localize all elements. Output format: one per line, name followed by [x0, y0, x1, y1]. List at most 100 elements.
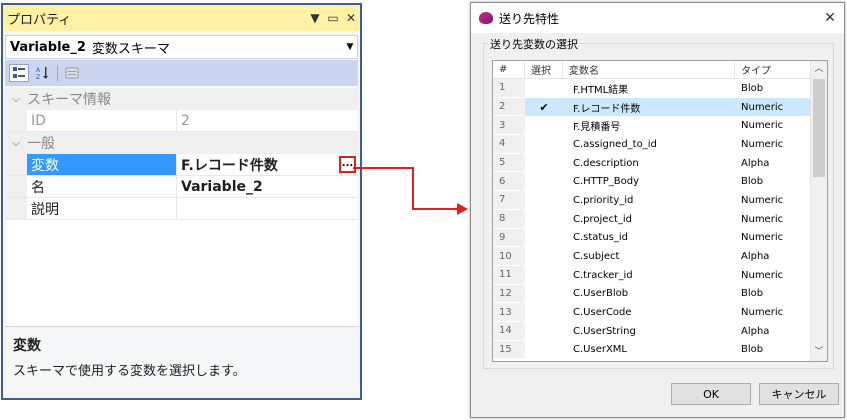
row-checkbox[interactable] — [525, 116, 563, 135]
scroll-up-icon[interactable]: ︿ — [811, 61, 827, 78]
variable-list[interactable]: # 選択 変数名 タイプ 1 F.HTML結果 Blob 2 ✔ F.レコード件数 Nume… — [492, 60, 828, 362]
row-checkbox[interactable] — [525, 191, 563, 210]
row-type: Alpha — [741, 251, 770, 263]
row-variable-name: C.UserCode — [573, 307, 632, 319]
row-checkbox[interactable] — [525, 210, 563, 229]
property-name: 説明 — [27, 198, 177, 219]
property-value-cell[interactable]: F.レコード件数 ... — [177, 154, 358, 175]
row-number: 13 — [493, 303, 525, 322]
row-type: Blob — [741, 288, 764, 300]
list-item[interactable]: 5 C.description Alpha — [493, 153, 827, 173]
list-item[interactable]: 13 C.UserCode Numeric — [493, 303, 827, 322]
row-checkbox[interactable] — [525, 172, 563, 191]
row-number: 6 — [493, 172, 525, 192]
vertical-scrollbar[interactable]: ︿ ﹀ — [810, 61, 827, 361]
close-icon[interactable]: ✕ — [342, 11, 360, 25]
row-variable-name: C.priority_id — [573, 194, 634, 206]
list-item[interactable]: 1 F.HTML結果 Blob — [493, 79, 827, 98]
property-row-description[interactable]: 説明 — [5, 198, 358, 220]
ok-button[interactable]: OK — [671, 383, 751, 405]
row-variable-name: C.UserString — [573, 325, 636, 337]
list-item[interactable]: 3 F.見積番号 Numeric — [493, 116, 827, 136]
scroll-down-icon[interactable]: ﹀ — [811, 344, 827, 361]
row-checkbox[interactable] — [525, 266, 563, 285]
row-type: Alpha — [741, 157, 770, 169]
restore-icon[interactable]: ▭ — [324, 11, 342, 25]
property-name: ID — [27, 110, 177, 131]
row-checkbox[interactable] — [525, 135, 563, 154]
property-pages-icon[interactable] — [62, 64, 82, 82]
property-value: 2 — [181, 112, 190, 129]
row-checkbox[interactable] — [525, 341, 563, 360]
row-variable-name: C.description — [573, 157, 639, 169]
row-variable-name: C.project_id — [573, 213, 632, 225]
sort-alphabetical-icon[interactable]: AZ — [33, 64, 53, 82]
row-checkbox[interactable] — [525, 79, 563, 98]
row-variable-name: C.tracker_id — [573, 269, 633, 281]
row-checkbox[interactable]: ✔ — [525, 97, 563, 117]
row-type: Numeric — [741, 269, 784, 281]
row-number: 8 — [493, 209, 525, 229]
list-item[interactable]: 15 C.UserXML Blob — [493, 340, 827, 360]
category-label: スキーマ情報 — [27, 92, 111, 108]
list-item[interactable]: 4 C.assigned_to_id Numeric — [493, 135, 827, 154]
row-type: Alpha — [741, 325, 770, 337]
row-checkbox[interactable] — [525, 303, 563, 322]
categorized-icon[interactable] — [9, 64, 29, 82]
row-checkbox[interactable] — [525, 285, 563, 304]
row-type: Numeric — [741, 213, 784, 225]
row-number: 12 — [493, 284, 525, 304]
row-checkbox[interactable] — [525, 154, 563, 173]
category-schema-info[interactable]: ⌵ スキーマ情報 — [5, 88, 358, 110]
cancel-button[interactable]: キャンセル — [759, 383, 839, 405]
row-number: 10 — [493, 247, 525, 266]
list-header: # 選択 変数名 タイプ — [493, 61, 827, 79]
row-number: 9 — [493, 228, 525, 248]
close-icon[interactable]: ✕ — [816, 10, 844, 26]
row-variable-name: F.レコード件数 — [563, 97, 735, 117]
properties-title-bar[interactable]: プロパティ ▼ ▭ ✕ — [3, 5, 360, 31]
property-row-id[interactable]: ID 2 — [5, 110, 358, 132]
row-type: Numeric — [741, 194, 784, 206]
description-text: スキーマで使用する変数を選択します。 — [13, 364, 246, 379]
list-item[interactable]: 7 C.priority_id Numeric — [493, 191, 827, 210]
row-checkbox[interactable] — [525, 322, 563, 341]
object-selector[interactable]: Variable_2 変数スキーマ ▼ — [5, 35, 358, 59]
list-item[interactable]: 14 C.UserString Alpha — [493, 321, 827, 341]
list-item[interactable]: 10 C.subject Alpha — [493, 247, 827, 266]
chevron-down-icon[interactable]: ⌵ — [5, 94, 27, 105]
chevron-down-icon[interactable]: ▼ — [343, 42, 357, 52]
svg-text:Z: Z — [36, 74, 40, 80]
row-variable-name: C.subject — [573, 251, 620, 263]
scroll-thumb[interactable] — [813, 79, 825, 177]
row-variable-name: C.UserBlob — [573, 288, 629, 300]
list-item[interactable]: 12 C.UserBlob Blob — [493, 284, 827, 304]
list-body: 1 F.HTML結果 Blob 2 ✔ F.レコード件数 Numeric 3 F.見積番号 Num… — [493, 79, 827, 360]
list-item[interactable]: 6 C.HTTP_Body Blob — [493, 172, 827, 192]
chevron-down-icon[interactable]: ⌵ — [5, 138, 27, 149]
column-header-type[interactable]: タイプ — [735, 61, 812, 78]
list-item[interactable]: 9 C.status_id Numeric — [493, 228, 827, 248]
dialog-title-bar[interactable]: 送り先特性 ✕ — [471, 3, 844, 33]
destination-properties-dialog: 送り先特性 ✕ 送り先変数の選択 # 選択 変数名 タイプ 1 F.HTML結果 B… — [470, 2, 845, 418]
property-value[interactable] — [177, 198, 358, 219]
row-checkbox[interactable] — [525, 229, 563, 248]
list-item[interactable]: 11 C.tracker_id Numeric — [493, 265, 827, 285]
column-header-number[interactable]: # — [493, 61, 525, 78]
dialog-title: 送り先特性 — [499, 11, 560, 26]
property-name: 変数 — [27, 154, 177, 175]
category-general[interactable]: ⌵ 一般 — [5, 132, 358, 154]
connector-arrow — [353, 167, 468, 215]
column-header-variable-name[interactable]: 変数名 — [563, 61, 735, 78]
pin-dropdown-icon[interactable]: ▼ — [306, 11, 324, 25]
row-checkbox[interactable] — [525, 247, 563, 266]
row-number: 4 — [493, 135, 525, 154]
list-item[interactable]: 8 C.project_id Numeric — [493, 209, 827, 229]
property-value[interactable]: Variable_2 — [177, 176, 358, 197]
column-header-select[interactable]: 選択 — [525, 61, 563, 78]
row-type: Numeric — [741, 120, 784, 132]
property-row-variable[interactable]: 変数 F.レコード件数 ... — [5, 154, 358, 176]
list-item[interactable]: 2 ✔ F.レコード件数 Numeric — [493, 97, 827, 117]
property-name: 名 — [27, 176, 177, 197]
property-row-name[interactable]: 名 Variable_2 — [5, 176, 358, 198]
